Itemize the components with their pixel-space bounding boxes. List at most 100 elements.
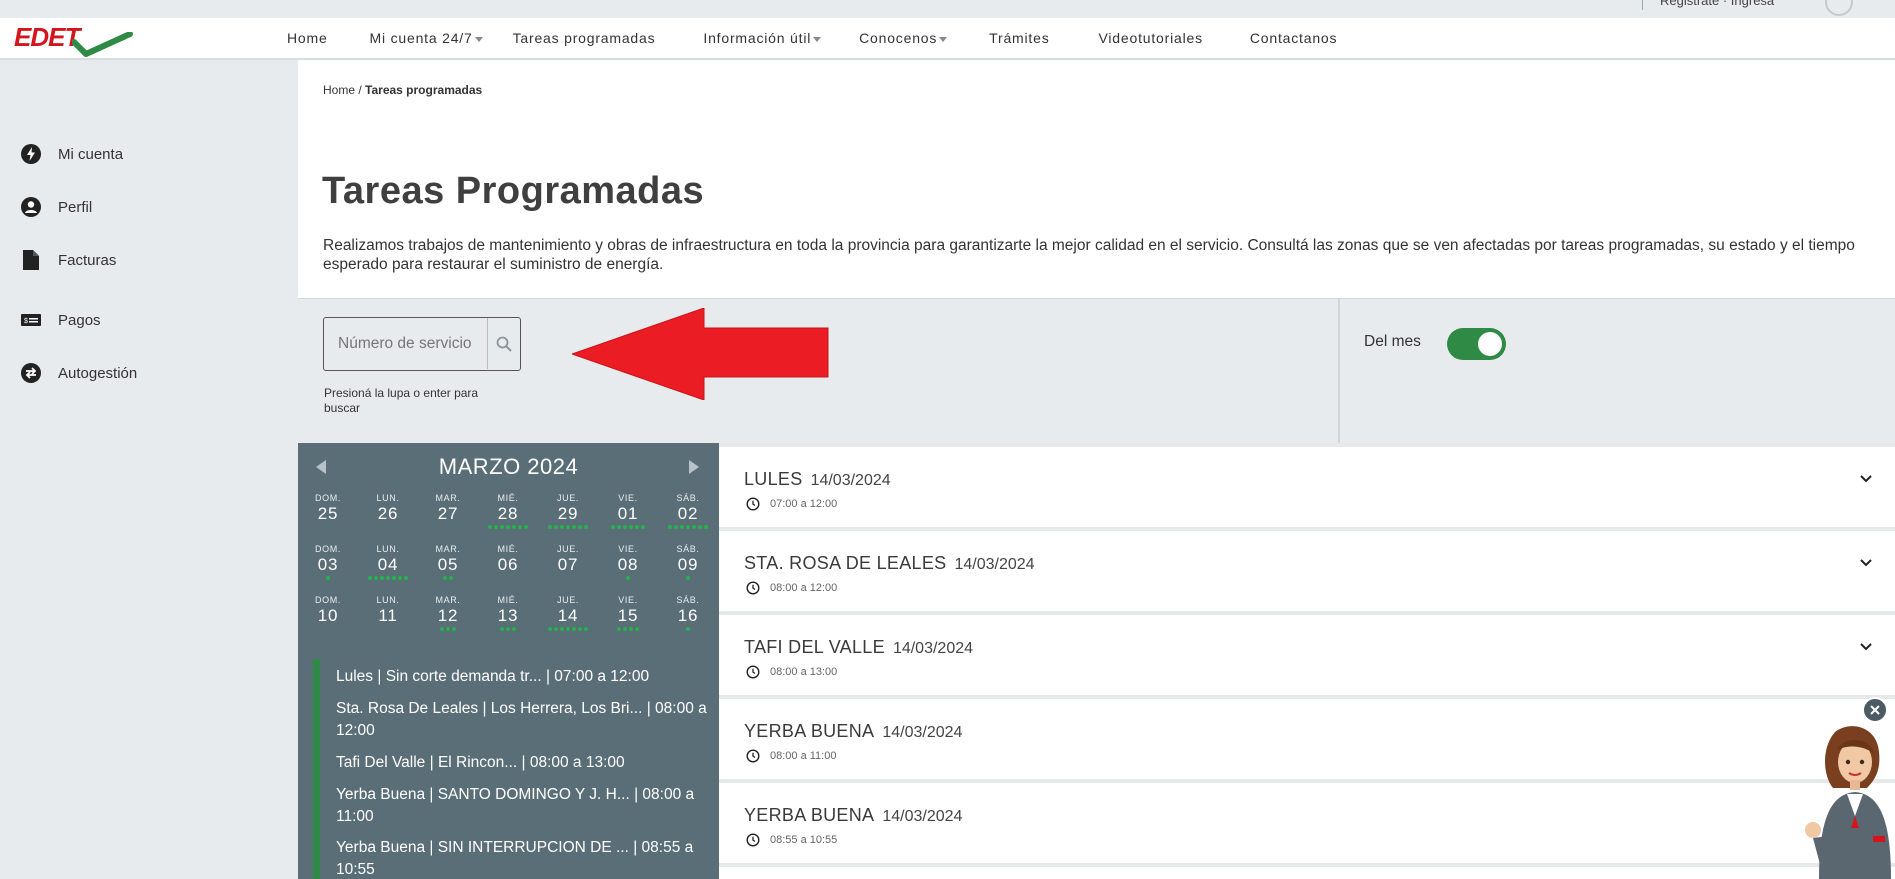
task-dot — [560, 627, 564, 631]
calendar-day[interactable]: VIE. 15 — [598, 595, 658, 633]
task-card[interactable]: LULES 14/03/2024 07:00 a 12:00 — [719, 447, 1895, 531]
sidebar-item-perfil[interactable]: Perfil — [20, 196, 92, 218]
day-number: 27 — [437, 504, 459, 523]
task-dot — [641, 525, 645, 529]
calendar-day[interactable]: MIÉ. 28 — [478, 493, 538, 531]
account-links[interactable]: Registrate · Ingresá — [1660, 0, 1774, 8]
day-number: 29 — [557, 504, 579, 523]
nav-videotutoriales[interactable]: Videotutoriales — [1099, 30, 1203, 46]
service-number-input[interactable] — [324, 318, 484, 369]
calendar-day[interactable]: JUE. 29 — [538, 493, 598, 531]
task-indicator-dots — [478, 576, 538, 582]
day-event-item[interactable]: Lules | Sin corte demanda tr... | 07:00 … — [336, 666, 716, 688]
clock-icon — [746, 581, 760, 595]
toggle-knob — [1478, 332, 1502, 356]
calendar-day[interactable]: DOM. 03 — [298, 544, 358, 582]
day-event-item[interactable]: Sta. Rosa De Leales | Los Herrera, Los B… — [336, 698, 716, 742]
search-button[interactable] — [487, 318, 520, 369]
nav-home[interactable]: Home — [287, 30, 328, 46]
calendar-day[interactable]: LUN. 26 — [358, 493, 418, 531]
avatar[interactable] — [1825, 0, 1853, 16]
nav-contactanos[interactable]: Contactanos — [1250, 30, 1337, 46]
calendar-day[interactable]: SÁB. 09 — [658, 544, 718, 582]
sidebar-item-pagos[interactable]: $ Pagos — [20, 309, 101, 331]
task-dot — [443, 576, 447, 580]
breadcrumb-separator: / — [358, 83, 362, 97]
task-title: LULES 14/03/2024 — [744, 469, 891, 490]
task-dot — [566, 627, 570, 631]
calendar-day[interactable]: DOM. 10 — [298, 595, 358, 633]
task-date: 14/03/2024 — [892, 640, 974, 657]
calendar-day[interactable]: VIE. 01 — [598, 493, 658, 531]
edet-logo[interactable]: EDET — [14, 22, 133, 57]
user-icon — [20, 196, 42, 218]
sidebar-item-mi-cuenta[interactable]: Mi cuenta — [20, 143, 123, 165]
task-dot — [629, 627, 633, 631]
breadcrumb-home[interactable]: Home — [323, 83, 355, 97]
task-dot — [404, 576, 408, 580]
calendar-day[interactable]: MIÉ. 06 — [478, 544, 538, 582]
calendar-day[interactable]: JUE. 14 — [538, 595, 598, 633]
chevron-down-icon[interactable] — [1859, 642, 1873, 652]
task-indicator-dots — [658, 525, 718, 531]
weekday-label: MAR. — [435, 544, 461, 554]
task-date: 14/03/2024 — [810, 472, 891, 489]
virtual-assistant-avatar[interactable] — [1795, 718, 1895, 879]
task-indicator-dots — [358, 525, 418, 531]
logo-text: EDET — [14, 22, 80, 52]
nav-conocenos[interactable]: Conocenos — [859, 30, 948, 46]
task-card[interactable]: TAFI DEL VALLE 14/03/2024 08:00 a 13:00 — [719, 615, 1895, 699]
nav-informacion[interactable]: Información útil — [703, 30, 822, 46]
calendar-day[interactable]: MAR. 12 — [418, 595, 478, 633]
calendar-day[interactable]: MAR. 27 — [418, 493, 478, 531]
task-card[interactable]: STA. ROSA DE LEALES 14/03/2024 08:00 a 1… — [719, 531, 1895, 615]
header: EDET Home Mi cuenta 24/7 Tareas programa… — [0, 18, 1895, 60]
weekday-label: VIE. — [618, 493, 638, 503]
next-month-icon[interactable] — [689, 460, 699, 474]
clock-icon — [746, 665, 760, 679]
task-card[interactable]: YERBA BUENA 14/03/2024 08:55 a 10:55 — [719, 783, 1895, 867]
task-card[interactable]: YERBA BUENA 14/03/2024 08:00 a 11:00 — [719, 699, 1895, 783]
task-dot — [386, 576, 390, 580]
nav-tareas[interactable]: Tareas programadas — [513, 30, 656, 46]
day-number: 05 — [437, 555, 459, 574]
clock-icon — [746, 833, 760, 847]
weekday-label: DOM. — [315, 493, 341, 503]
calendar-day[interactable]: JUE. 07 — [538, 544, 598, 582]
sidebar: Mi cuenta Perfil Facturas $ Pagos Autoge… — [0, 60, 298, 879]
calendar-day[interactable]: LUN. 11 — [358, 595, 418, 633]
page-intro: Realizamos trabajos de mantenimiento y o… — [323, 237, 1855, 273]
task-dot — [704, 525, 708, 529]
day-event-item[interactable]: Yerba Buena | SANTO DOMINGO Y J. H... | … — [336, 784, 716, 828]
task-dot — [506, 525, 510, 529]
calendar-day[interactable]: MAR. 05 — [418, 544, 478, 582]
task-dot — [506, 627, 510, 631]
task-dot — [686, 525, 690, 529]
sidebar-item-facturas[interactable]: Facturas — [20, 249, 116, 271]
calendar-header: MARZO 2024 — [298, 443, 719, 490]
task-dot — [524, 525, 528, 529]
chevron-down-icon[interactable] — [1859, 558, 1873, 568]
calendar-day[interactable]: VIE. 08 — [598, 544, 658, 582]
main-nav: Home Mi cuenta 24/7 Tareas programadas I… — [287, 18, 1337, 58]
calendar-day[interactable]: LUN. 04 — [358, 544, 418, 582]
weekday-label: LUN. — [376, 595, 400, 605]
sidebar-item-autogestion[interactable]: Autogestión — [20, 362, 137, 384]
task-time-label: 08:00 a 13:00 — [770, 666, 838, 678]
calendar-day[interactable]: SÁB. 16 — [658, 595, 718, 633]
task-location: YERBA BUENA — [744, 721, 875, 741]
chevron-down-icon[interactable] — [1859, 474, 1873, 484]
nav-tramites[interactable]: Trámites — [989, 30, 1049, 46]
clock-icon — [746, 749, 760, 763]
nav-mi-cuenta[interactable]: Mi cuenta 24/7 — [370, 30, 483, 46]
month-toggle[interactable] — [1447, 328, 1506, 360]
document-icon — [20, 249, 42, 271]
task-title: YERBA BUENA 14/03/2024 — [744, 721, 962, 742]
calendar-day[interactable]: SÁB. 02 — [658, 493, 718, 531]
task-dot — [488, 525, 492, 529]
day-event-item[interactable]: Yerba Buena | SIN INTERRUPCION DE ... | … — [336, 837, 716, 879]
task-dot — [698, 525, 702, 529]
day-event-item[interactable]: Tafi Del Valle | El Rincon... | 08:00 a … — [336, 752, 716, 774]
calendar-day[interactable]: DOM. 25 — [298, 493, 358, 531]
calendar-day[interactable]: MIÉ. 13 — [478, 595, 538, 633]
